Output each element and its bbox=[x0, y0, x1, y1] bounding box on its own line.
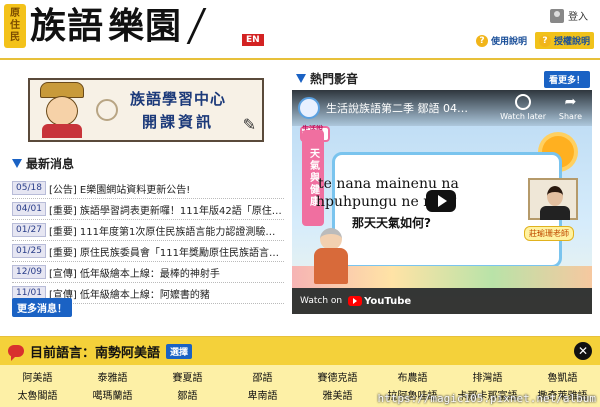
language-item[interactable]: 泰雅語 bbox=[75, 369, 150, 384]
news-text: [公告] E樂園網站資料更新公告! bbox=[48, 184, 191, 196]
triangle-icon bbox=[12, 159, 22, 168]
watch-later-button[interactable]: Watch later bbox=[500, 94, 546, 121]
logo-text: 族語 bbox=[30, 5, 105, 47]
news-text: [宣傳] 低年級繪本上線：最棒的神射手 bbox=[48, 268, 220, 280]
channel-avatar[interactable] bbox=[298, 97, 320, 119]
news-text: [重要] 111年度第1次原住民族語言能力認證測驗報名開始 bbox=[48, 226, 284, 238]
video-title-bar: 生活說族語第二季 鄒語 04天氣… bbox=[292, 90, 592, 126]
question-icon: ? bbox=[475, 34, 488, 47]
english-version-link[interactable]: EN bbox=[242, 34, 264, 46]
youtube-video-player[interactable]: 生活說族語 天氣與健康 te nana mainenu na hpuhpungu… bbox=[292, 90, 592, 314]
language-item[interactable]: 太魯閣語 bbox=[0, 387, 75, 402]
news-item[interactable]: 12/09 [宣傳] 低年級繪本上線：最棒的神射手 bbox=[12, 262, 284, 283]
language-item[interactable]: 阿美語 bbox=[0, 369, 75, 384]
video-section-title: 熱門影音 bbox=[296, 70, 358, 87]
site-logo[interactable]: 原 住 民 族語 樂園 bbox=[4, 4, 207, 48]
language-item[interactable]: 魯凱語 bbox=[525, 369, 600, 384]
language-row-1: 阿美語 泰雅語 賽夏語 邵語 賽德克語 布農語 排灣語 魯凱語 bbox=[0, 369, 600, 384]
current-language: 目前語言：南勢阿美語 bbox=[30, 345, 161, 361]
news-item[interactable]: 01/25 [重要] 原住民族委員會「111年獎勵原住民族語言發展實施計… bbox=[12, 241, 284, 262]
more-news-button[interactable]: 更多消息！ bbox=[12, 298, 72, 317]
language-item[interactable]: 賽夏語 bbox=[150, 369, 225, 384]
triangle-icon bbox=[296, 74, 306, 83]
teacher-name-tag: 莊瑜珊老師 bbox=[524, 226, 574, 241]
language-item[interactable]: 賽德克語 bbox=[300, 369, 375, 384]
grandma-illustration bbox=[310, 228, 352, 284]
question-icon: ? bbox=[538, 34, 551, 47]
news-text: [重要] 族語學習詞表更新囉！111年版42語「原住民族語言學… bbox=[48, 205, 284, 217]
news-section-title: 最新消息 bbox=[12, 155, 74, 172]
language-item[interactable]: 邵語 bbox=[225, 369, 300, 384]
news-list: 05/18 [公告] E樂園網站資料更新公告! 04/01 [重要] 族語學習詞… bbox=[12, 178, 284, 304]
language-item[interactable]: 雅美語 bbox=[300, 387, 375, 402]
news-item[interactable]: 01/27 [重要] 111年度第1次原住民族語言能力認證測驗報名開始 bbox=[12, 220, 284, 241]
license-guide-button[interactable]: ? 授權說明 bbox=[534, 32, 594, 49]
user-icon bbox=[550, 8, 564, 23]
pencil-icon: ✎ bbox=[242, 115, 256, 134]
clock-icon bbox=[515, 94, 532, 110]
news-text: [宣傳] 低年級繪本上線：阿嬤書的豬 bbox=[48, 289, 210, 301]
board-text-line3: 那天天氣如何? bbox=[352, 216, 431, 230]
login-label: 登入 bbox=[568, 12, 588, 23]
logo-text-2: 樂園 bbox=[108, 5, 183, 47]
select-language-button[interactable]: 選擇 bbox=[166, 343, 193, 359]
watch-on-youtube-bar[interactable]: Watch on YouTube bbox=[292, 288, 592, 314]
share-button[interactable]: ➦ Share bbox=[559, 94, 582, 121]
news-date: 12/09 bbox=[12, 265, 46, 279]
news-date: 01/25 bbox=[12, 244, 46, 258]
language-item[interactable]: 排灣語 bbox=[450, 369, 525, 384]
news-date: 01/27 bbox=[12, 223, 46, 237]
language-panel-header: 目前語言：南勢阿美語 選擇 ✕ bbox=[0, 337, 600, 365]
mascot-image bbox=[30, 80, 94, 140]
guide-buttons: ? 使用說明 ? 授權說明 bbox=[471, 32, 594, 49]
news-date: 04/01 bbox=[12, 202, 46, 216]
banner-title: 族語學習中心 bbox=[130, 90, 227, 108]
use-guide-button[interactable]: ? 使用說明 bbox=[471, 32, 531, 49]
indigenous-badge: 原 住 民 bbox=[4, 4, 26, 48]
news-date: 05/18 bbox=[12, 181, 46, 195]
language-item[interactable]: 卑南語 bbox=[225, 387, 300, 402]
share-icon: ➦ bbox=[564, 94, 577, 110]
news-text: [重要] 原住民族委員會「111年獎勵原住民族語言發展實施計… bbox=[48, 247, 284, 259]
site-header: 原 住 民 族語 樂園 EN 登入 ? 使用說明 ? 授權說明 bbox=[0, 0, 600, 58]
language-item[interactable]: 噶瑪蘭語 bbox=[75, 387, 150, 402]
more-videos-button[interactable]: 看更多！ bbox=[543, 71, 590, 88]
teacher-photo bbox=[528, 178, 578, 220]
course-info-banner[interactable]: 族語學習中心 開課資訊 ✎ bbox=[28, 78, 264, 142]
video-title[interactable]: 生活說族語第二季 鄒語 04天氣… bbox=[326, 100, 476, 116]
language-item[interactable]: 鄒語 bbox=[150, 387, 225, 402]
login-link[interactable]: 登入 bbox=[550, 8, 588, 23]
news-item[interactable]: 04/01 [重要] 族語學習詞表更新囉！111年版42語「原住民族語言學… bbox=[12, 199, 284, 220]
language-item[interactable]: 布農語 bbox=[375, 369, 450, 384]
chat-bubble-icon bbox=[8, 345, 24, 361]
watermark-text: https://magic105.pixnet.net/album bbox=[377, 392, 596, 405]
news-item[interactable]: 05/18 [公告] E樂園網站資料更新公告! bbox=[12, 178, 284, 199]
close-icon[interactable]: ✕ bbox=[574, 342, 592, 360]
youtube-logo: YouTube bbox=[348, 296, 411, 307]
header-divider bbox=[0, 58, 600, 60]
banner-subtitle: 開課資訊 bbox=[142, 113, 215, 131]
watch-on-label: Watch on bbox=[300, 296, 343, 306]
pattern-decoration bbox=[96, 99, 118, 121]
youtube-play-icon bbox=[348, 296, 363, 306]
play-button[interactable] bbox=[426, 190, 456, 212]
